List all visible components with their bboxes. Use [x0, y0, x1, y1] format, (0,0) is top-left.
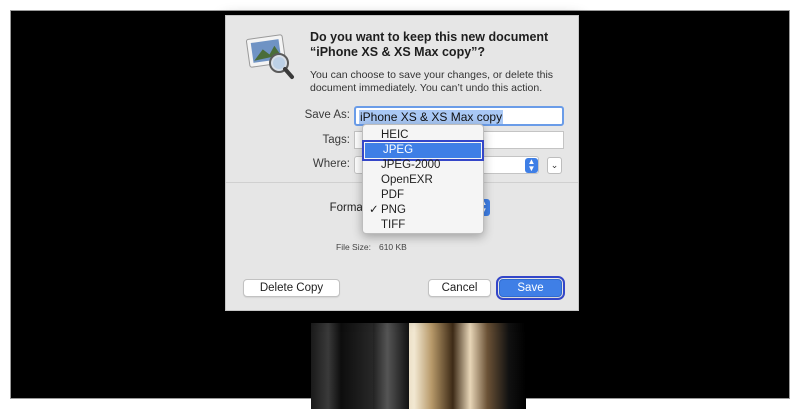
- format-option-label: JPEG: [383, 144, 414, 156]
- preview-app-icon: [245, 31, 295, 81]
- cancel-button[interactable]: Cancel: [428, 279, 491, 297]
- dialog-title-line-1: Do you want to keep this new document: [310, 30, 549, 44]
- save-as-label: Save As:: [304, 109, 350, 121]
- format-option-tiff[interactable]: TIFF: [363, 218, 483, 233]
- delete-copy-button[interactable]: Delete Copy: [243, 279, 340, 297]
- format-option-label: PDF: [381, 189, 404, 201]
- format-option-jpeg-2000[interactable]: JPEG-2000: [363, 158, 483, 173]
- format-option-label: PNG: [381, 204, 406, 216]
- where-stepper-icon[interactable]: ▲ ▼: [525, 158, 538, 173]
- save-button[interactable]: Save: [496, 276, 565, 300]
- format-option-heic[interactable]: HEIC: [363, 128, 483, 143]
- tags-label: Tags:: [322, 134, 351, 146]
- format-dropdown-menu: HEIC JPEG JPEG-2000 OpenEXR PDF ✓ PNG TIF…: [362, 124, 484, 234]
- dialog-title: Do you want to keep this new document “i…: [310, 30, 570, 60]
- format-option-label: OpenEXR: [381, 174, 433, 186]
- format-option-jpeg[interactable]: JPEG: [362, 140, 484, 161]
- format-option-label: HEIC: [381, 129, 409, 141]
- checkmark-icon: ✓: [369, 204, 379, 216]
- where-label: Where:: [312, 158, 350, 170]
- format-label: Format: [329, 202, 366, 214]
- dialog-subtitle: You can choose to save your changes, or …: [310, 69, 554, 94]
- file-size-label: File Size:: [336, 242, 371, 252]
- save-as-input[interactable]: iPhone XS & XS Max copy: [354, 106, 564, 126]
- expand-chevron-icon[interactable]: ⌄: [547, 157, 562, 174]
- iphone-background-image: [311, 323, 526, 409]
- dialog-title-line-2: “iPhone XS & XS Max copy”?: [310, 45, 486, 59]
- format-option-label: JPEG-2000: [381, 159, 441, 171]
- format-option-label: TIFF: [381, 219, 406, 231]
- format-option-pdf[interactable]: PDF: [363, 188, 483, 203]
- format-option-openexr[interactable]: OpenEXR: [363, 173, 483, 188]
- format-option-png[interactable]: ✓ PNG: [363, 203, 483, 218]
- phone-edge: [373, 323, 409, 409]
- save-as-input-value: iPhone XS & XS Max copy: [359, 110, 504, 124]
- file-size-value: 610 KB: [378, 242, 407, 252]
- file-size: File Size: 610 KB: [336, 242, 407, 252]
